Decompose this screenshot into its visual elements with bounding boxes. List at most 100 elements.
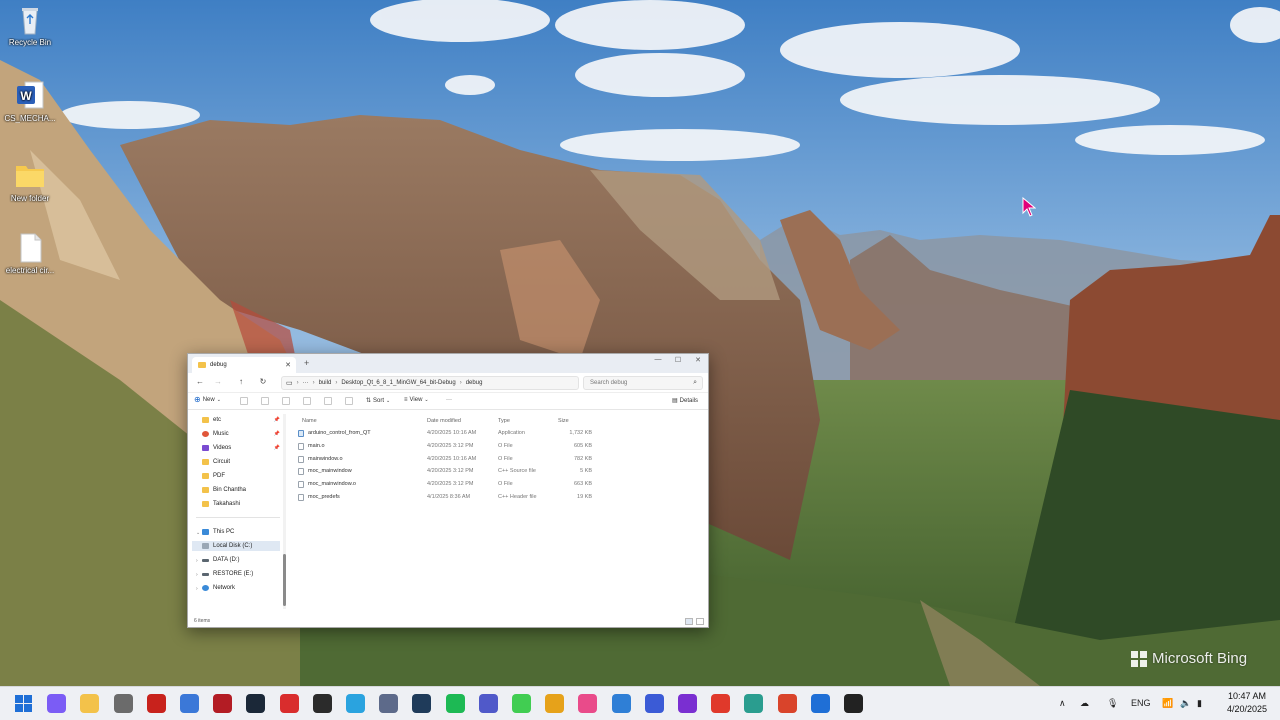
table-row[interactable]: mainwindow.o 4/20/2025 10:16 AM O File 782 … [292,454,704,466]
chevron-right-icon[interactable]: › [196,558,198,564]
nav-item-this-pc[interactable]: This PC [202,527,280,537]
breadcrumb-build[interactable]: build [319,380,332,386]
column-header-size[interactable]: Size [558,418,569,424]
address-bar[interactable]: ▭ › ··· › build › Desktop_Qt_6_8_1_MinGW… [281,376,579,390]
app-23-taskbar-icon[interactable] [744,694,764,713]
app-12-taskbar-icon[interactable] [379,694,399,713]
nav-item-network[interactable]: Network [202,583,280,593]
spotify-taskbar-icon[interactable] [445,694,465,713]
search-input[interactable]: Search debug ⌕ [583,376,703,390]
speaker-icon[interactable]: 🔈 [1180,698,1191,709]
back-button[interactable]: ← [194,377,206,386]
nav-scrollbar[interactable] [283,414,286,609]
tia-portal-taskbar-icon[interactable] [412,694,432,713]
title-bar[interactable]: debug ✕ + — ☐ ✕ [188,354,708,373]
breadcrumb-debug[interactable]: debug [466,380,483,386]
close-window-button[interactable]: ✕ [688,356,708,364]
teams-taskbar-icon[interactable] [478,694,498,713]
steam-taskbar-icon[interactable] [246,694,266,713]
details-view-toggle[interactable] [685,618,693,625]
scrollbar-thumb[interactable] [283,554,286,606]
rename-icon[interactable] [303,397,311,405]
chrome-taskbar-icon[interactable] [711,694,731,713]
column-header-name[interactable]: Name [302,418,317,424]
app-9-taskbar-icon[interactable] [279,694,299,713]
desktop-icon-label: CS_MECHA... [4,114,56,123]
nav-item-circuit[interactable]: Circuit [202,457,280,467]
share-icon[interactable] [324,397,332,405]
new-button[interactable]: ⊕ New ⌄ [194,396,221,404]
table-row[interactable]: moc_mainwindow 4/20/2025 3:12 PM C++ Sourc… [292,466,704,478]
file-explorer-window[interactable]: debug ✕ + — ☐ ✕ ← → ↑ ↻ ▭ › ··· › build … [187,353,709,628]
telegram-taskbar-icon[interactable] [346,694,365,713]
chevron-down-icon[interactable]: ⌄ [196,530,200,536]
desktop-icon-electrical-file[interactable]: electrical cir... [2,232,58,275]
nav-item-local-disk-c[interactable]: Local Disk (C:) [192,541,280,551]
chevron-right-icon[interactable]: › [196,572,198,578]
acrobat-taskbar-icon[interactable] [146,694,166,713]
breadcrumb-overflow[interactable]: ··· [303,380,309,386]
column-header-date[interactable]: Date modified [427,418,461,424]
desktop-icon-recycle-bin[interactable]: Recycle Bin [2,4,58,47]
nav-item-etc[interactable]: etc 📌 [202,415,280,425]
desktop-icon-word-document[interactable]: W CS_MECHA... [2,80,58,123]
obs-taskbar-icon[interactable] [312,694,332,713]
app-19-taskbar-icon[interactable] [611,694,631,713]
paste-icon[interactable] [282,397,290,405]
nav-item-videos[interactable]: Videos 📌 [202,443,280,453]
app-20-taskbar-icon[interactable] [644,694,664,713]
sort-button[interactable]: ⇅ Sort ⌄ [366,397,390,405]
copy-icon[interactable] [261,397,269,405]
onedrive-icon[interactable]: ☁ [1080,698,1089,709]
up-button[interactable]: ↑ [235,377,247,386]
microphone-icon[interactable]: 🎙 [1107,698,1118,709]
close-tab-icon[interactable]: ✕ [285,361,291,369]
minimize-button[interactable]: — [648,356,668,363]
details-button[interactable]: ▤ Details [672,397,698,405]
view-button[interactable]: ≡ View ⌄ [404,397,429,403]
forward-button[interactable]: → [212,377,224,386]
new-tab-button[interactable]: + [304,358,309,368]
delete-icon[interactable] [345,397,353,405]
battery-icon[interactable]: ▮ [1197,698,1202,709]
nav-item-music[interactable]: Music 📌 [202,429,280,439]
cut-icon[interactable] [240,397,248,405]
file-explorer-taskbar-icon[interactable] [80,694,100,713]
column-header-type[interactable]: Type [498,418,510,424]
maximize-button[interactable]: ☐ [668,356,688,364]
nav-item-bin-chantha[interactable]: Bin Chantha [202,485,280,495]
breadcrumb-build-folder[interactable]: Desktop_Qt_6_8_1_MinGW_64_bit-Debug [341,380,455,386]
tiles-view-toggle[interactable] [696,618,704,625]
refresh-button[interactable]: ↻ [257,377,269,386]
more-options-button[interactable]: ··· [446,397,452,403]
app-24-taskbar-icon[interactable] [777,694,797,713]
start-taskbar-icon[interactable] [14,694,33,713]
language-indicator[interactable]: ENG [1131,698,1151,708]
wifi-icon[interactable]: 📶 [1162,698,1173,709]
tab-debug[interactable]: debug ✕ [192,357,296,373]
desktop-icon-new-folder[interactable]: New folder [2,160,58,203]
nav-divider [196,517,280,518]
tray-overflow-chevron-icon[interactable]: ∧ [1059,698,1066,709]
app-21-taskbar-icon[interactable] [678,694,697,713]
table-row[interactable]: main.o 4/20/2025 3:12 PM O File 605 KB [292,441,704,453]
defender-taskbar-icon[interactable] [810,694,830,713]
app-17-taskbar-icon[interactable] [545,694,565,713]
app-4-taskbar-icon[interactable] [113,694,133,713]
app-18-taskbar-icon[interactable] [578,694,598,713]
nav-item-pdf[interactable]: PDF [202,471,280,481]
nav-item-takahashi[interactable]: Takahashi [202,499,280,509]
nav-item-data-d[interactable]: DATA (D:) [202,555,280,565]
3d-viewer-taskbar-icon[interactable] [180,694,199,713]
table-row[interactable]: arduino_control_from_QT 4/20/2025 10:16 A… [292,428,704,440]
solidworks-taskbar-icon[interactable] [213,694,233,713]
qt-creator-taskbar-icon[interactable] [512,694,531,713]
terminal-taskbar-icon[interactable] [844,694,863,713]
table-row[interactable]: moc_mainwindow.o 4/20/2025 3:12 PM O File 6… [292,479,704,491]
copilot-taskbar-icon[interactable] [47,694,67,713]
chevron-right-icon[interactable]: › [196,586,198,592]
taskbar-clock[interactable]: 10:47 AM 4/20/2025 [1217,690,1277,716]
folder-icon [202,459,209,465]
table-row[interactable]: moc_predefs 4/1/2025 8:36 AM C++ Header fi… [292,492,704,504]
nav-item-restore-e[interactable]: RESTORE (E:) [202,569,280,579]
